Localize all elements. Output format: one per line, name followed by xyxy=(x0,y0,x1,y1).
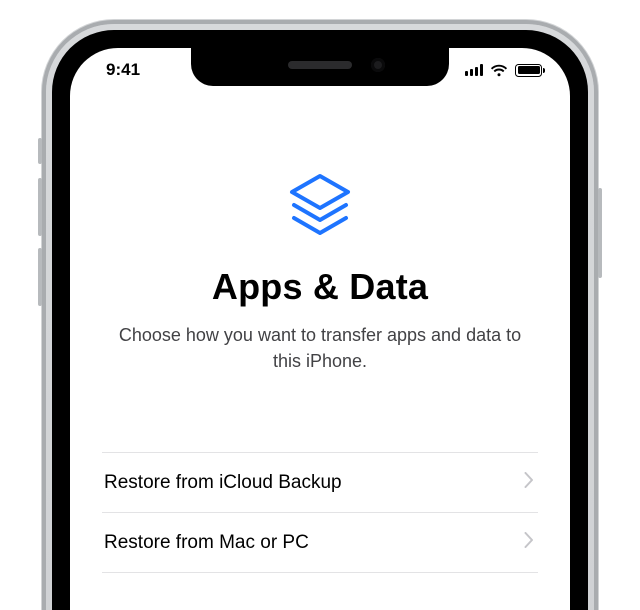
wifi-icon xyxy=(490,64,508,77)
page-title: Apps & Data xyxy=(102,266,538,308)
chevron-right-icon xyxy=(524,472,534,494)
volume-down-button xyxy=(38,248,42,306)
status-bar: 9:41 xyxy=(70,48,570,92)
option-label: Restore from iCloud Backup xyxy=(104,472,342,494)
status-time: 9:41 xyxy=(106,60,140,79)
option-restore-mac-pc[interactable]: Restore from Mac or PC xyxy=(102,513,538,573)
option-label: Restore from Mac or PC xyxy=(104,532,309,554)
apps-and-data-setup-screen: Apps & Data Choose how you want to trans… xyxy=(70,108,570,573)
option-restore-icloud[interactable]: Restore from iCloud Backup xyxy=(102,453,538,513)
iphone-device-frame: 9:41 xyxy=(42,20,598,610)
power-button xyxy=(598,188,602,278)
cellular-signal-icon xyxy=(465,64,483,76)
page-subtitle: Choose how you want to transfer apps and… xyxy=(102,322,538,374)
phone-screen: 9:41 xyxy=(70,48,570,610)
volume-up-button xyxy=(38,178,42,236)
stacked-layers-icon xyxy=(282,172,358,244)
battery-icon xyxy=(515,64,542,77)
mute-switch xyxy=(38,138,42,164)
chevron-right-icon xyxy=(524,532,534,554)
restore-options-list: Restore from iCloud Backup Restore from … xyxy=(102,452,538,573)
